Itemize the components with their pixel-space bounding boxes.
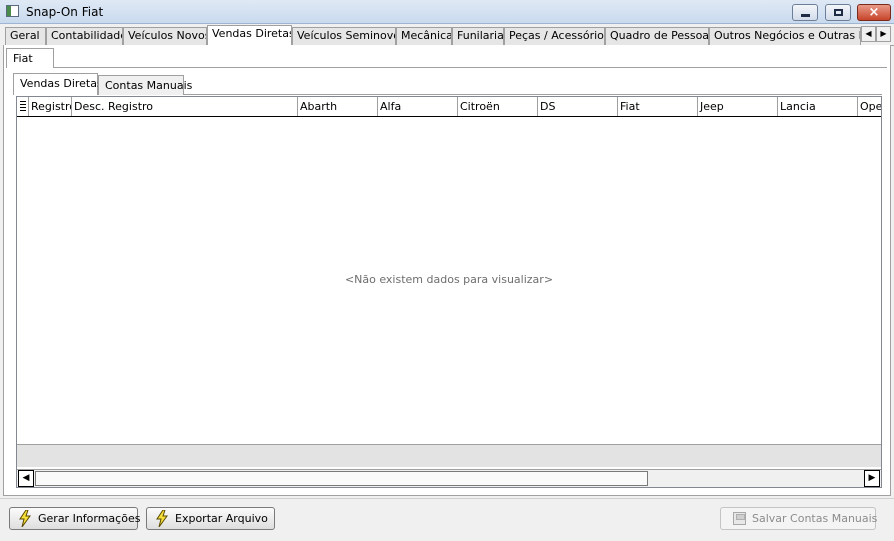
scroll-left-button[interactable]: ◀ xyxy=(18,470,34,487)
window-title: Snap-On Fiat xyxy=(26,5,104,19)
tab-contabilidade[interactable]: Contabilidade xyxy=(46,27,123,45)
column-header-ds[interactable]: DS xyxy=(538,97,618,116)
chevron-right-icon: ▶ xyxy=(880,29,887,38)
tab-outros-negocios[interactable]: Outros Negócios e Outras Mar xyxy=(709,27,861,45)
column-header-opel[interactable]: Opel xyxy=(858,97,881,116)
subtab-vendas-diretas[interactable]: Vendas Diretas xyxy=(13,73,103,95)
chevron-left-icon: ◀ xyxy=(865,29,872,38)
button-label: Gerar Informações xyxy=(38,512,141,525)
tab-label: Geral xyxy=(10,29,40,42)
tab-label: Contabilidade xyxy=(51,29,123,42)
column-header-registro[interactable]: Registro xyxy=(29,97,72,116)
subtab-contas-manuais[interactable]: Contas Manuais xyxy=(98,75,192,95)
exportar-arquivo-button[interactable]: Exportar Arquivo xyxy=(146,507,275,530)
tab-scroll-right-button[interactable]: ▶ xyxy=(876,26,891,42)
arrow-right-icon: ▶ xyxy=(868,473,876,483)
minimize-button[interactable] xyxy=(792,4,818,21)
tab-mecanica[interactable]: Mecânica xyxy=(396,27,452,45)
tab-label: Funilaria xyxy=(457,29,504,42)
tab-fiat[interactable]: Fiat xyxy=(6,48,54,68)
close-button[interactable]: × xyxy=(857,4,891,21)
main-tab-strip: Geral Contabilidade Veículos Novos Venda… xyxy=(3,25,894,46)
grid-header: Registro Desc. Registro Abarth Alfa Citr… xyxy=(17,97,881,117)
tab-veiculos-seminovos[interactable]: Veículos Seminovos xyxy=(292,27,396,45)
minimize-icon xyxy=(801,14,810,17)
column-header-alfa[interactable]: Alfa xyxy=(378,97,458,116)
maximize-icon xyxy=(834,9,843,16)
tab-label: Fiat xyxy=(13,52,33,65)
lightning-icon xyxy=(19,510,31,527)
data-grid[interactable]: Registro Desc. Registro Abarth Alfa Citr… xyxy=(16,96,882,488)
title-bar: Snap-On Fiat × xyxy=(0,0,894,24)
tab-label: Peças / Acessórios xyxy=(509,29,605,42)
tab-label: Vendas Diretas xyxy=(20,77,103,90)
tab-pecas-acessorios[interactable]: Peças / Acessórios xyxy=(504,27,605,45)
tab-label: Veículos Seminovos xyxy=(297,29,396,42)
empty-grid-message: <Não existem dados para visualizar> xyxy=(344,273,554,286)
tab-veiculos-novos[interactable]: Veículos Novos xyxy=(123,27,207,45)
column-chooser-icon[interactable] xyxy=(17,97,29,116)
tab-label: Veículos Novos xyxy=(128,29,207,42)
gerar-informacoes-button[interactable]: Gerar Informações xyxy=(9,507,141,530)
subtab-divider xyxy=(184,94,882,95)
save-icon xyxy=(733,512,746,525)
lightning-icon xyxy=(156,510,168,527)
tab-geral[interactable]: Geral xyxy=(5,27,46,45)
tab-label: Contas Manuais xyxy=(105,79,193,92)
button-label: Exportar Arquivo xyxy=(175,512,268,525)
brand-tab-divider xyxy=(54,67,887,68)
button-label: Salvar Contas Manuais xyxy=(752,512,878,525)
tab-label: Outros Negócios e Outras Mar xyxy=(714,29,860,42)
scrollbar-thumb[interactable] xyxy=(35,471,648,486)
horizontal-scrollbar[interactable]: ◀ ▶ xyxy=(17,469,881,487)
grid-footer xyxy=(17,444,881,467)
column-header-desc-registro[interactable]: Desc. Registro xyxy=(72,97,298,116)
tab-label: Vendas Diretas xyxy=(212,27,292,40)
tab-scroll-left-button[interactable]: ◀ xyxy=(861,26,876,42)
column-header-citroen[interactable]: Citroën xyxy=(458,97,538,116)
tab-funilaria[interactable]: Funilaria xyxy=(452,27,504,45)
app-icon xyxy=(6,5,19,17)
tab-vendas-diretas[interactable]: Vendas Diretas xyxy=(207,25,292,46)
arrow-left-icon: ◀ xyxy=(22,473,30,483)
column-header-fiat[interactable]: Fiat xyxy=(618,97,698,116)
tab-label: Quadro de Pessoas xyxy=(610,29,709,42)
tab-quadro-de-pessoas[interactable]: Quadro de Pessoas xyxy=(605,27,709,45)
maximize-button[interactable] xyxy=(825,4,851,21)
column-header-lancia[interactable]: Lancia xyxy=(778,97,858,116)
tab-label: Mecânica xyxy=(401,29,452,42)
salvar-contas-manuais-button[interactable]: Salvar Contas Manuais xyxy=(720,507,878,530)
column-header-abarth[interactable]: Abarth xyxy=(298,97,378,116)
close-icon: × xyxy=(868,5,880,20)
column-header-jeep[interactable]: Jeep xyxy=(698,97,778,116)
scroll-right-button[interactable]: ▶ xyxy=(864,470,880,487)
